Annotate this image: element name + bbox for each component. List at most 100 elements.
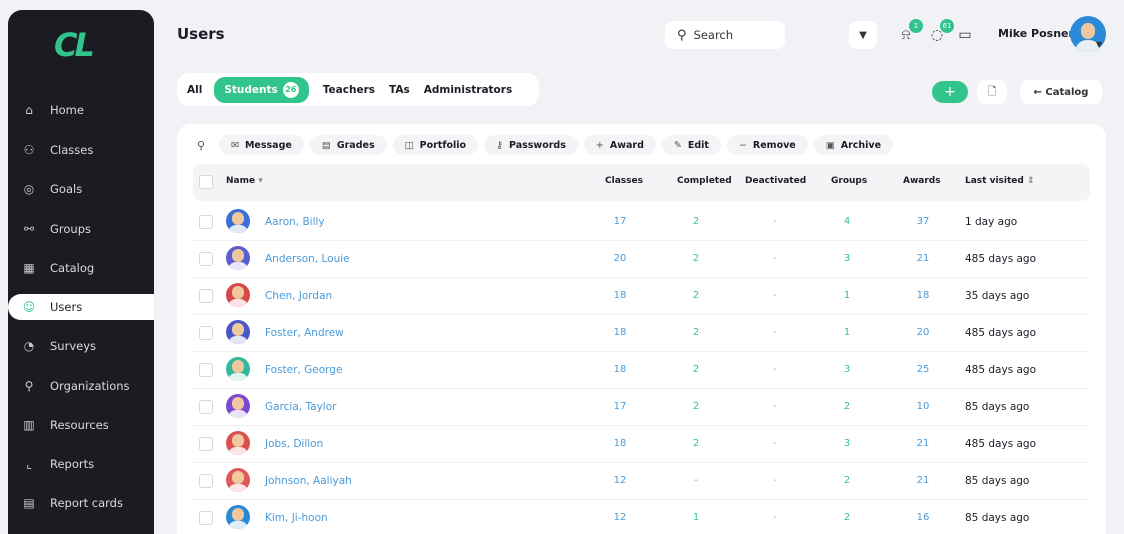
sidebar-item-users[interactable]: ☺ Users — [8, 294, 154, 320]
calendar-button[interactable]: ▭ — [954, 24, 976, 46]
table-row[interactable]: Aaron, Billy 17 2 - 4 37 1 day ago — [193, 204, 1090, 241]
awards-cell[interactable]: 37 — [908, 216, 938, 227]
deactivated-cell[interactable]: - — [760, 364, 790, 375]
groups-cell[interactable]: 4 — [832, 216, 862, 227]
groups-cell[interactable]: 3 — [832, 438, 862, 449]
groups-cell[interactable]: 2 — [832, 401, 862, 412]
row-checkbox[interactable] — [199, 437, 213, 451]
deactivated-cell[interactable]: - — [760, 327, 790, 338]
user-name[interactable]: Mike Posner — [998, 27, 1074, 40]
tab-students[interactable]: Students 26 — [214, 76, 309, 103]
row-checkbox[interactable] — [199, 474, 213, 488]
user-name-link[interactable]: Chen, Jordan — [265, 290, 332, 302]
column-header-last-visited[interactable]: Last visited ⇕ — [965, 176, 1035, 186]
edit-button[interactable]: ✎ Edit — [661, 135, 721, 155]
table-row[interactable]: Kim, Ji-hoon 12 1 - 2 16 85 days ago — [193, 500, 1090, 534]
deactivated-cell[interactable]: - — [760, 438, 790, 449]
awards-cell[interactable]: 10 — [908, 401, 938, 412]
tab-all[interactable]: All — [187, 84, 202, 96]
sidebar-item-organizations[interactable]: ⚲ Organizations — [8, 373, 154, 399]
logo[interactable]: CL — [54, 26, 95, 64]
passwords-button[interactable]: ⚷ Passwords — [484, 135, 578, 155]
table-row[interactable]: Foster, George 18 2 - 3 25 485 days ago — [193, 352, 1090, 389]
awards-cell[interactable]: 25 — [908, 364, 938, 375]
remove-button[interactable]: − Remove — [726, 135, 808, 155]
classes-cell[interactable]: 18 — [605, 290, 635, 301]
completed-cell[interactable]: 2 — [681, 253, 711, 264]
groups-cell[interactable]: 1 — [832, 290, 862, 301]
classes-cell[interactable]: 20 — [605, 253, 635, 264]
completed-cell[interactable]: - — [681, 475, 711, 486]
table-row[interactable]: Foster, Andrew 18 2 - 1 20 485 days ago — [193, 315, 1090, 352]
user-name-link[interactable]: Aaron, Billy — [265, 216, 325, 228]
completed-cell[interactable]: 2 — [681, 401, 711, 412]
search-input[interactable]: ⚲ Search — [665, 21, 785, 49]
sidebar-item-reports[interactable]: ⌞ Reports — [8, 451, 154, 477]
row-checkbox[interactable] — [199, 326, 213, 340]
tab-tas[interactable]: TAs — [389, 84, 410, 96]
sidebar-item-goals[interactable]: ◎ Goals — [8, 176, 154, 202]
table-row[interactable]: Garcia, Taylor 17 2 - 2 10 85 days ago — [193, 389, 1090, 426]
deactivated-cell[interactable]: - — [760, 290, 790, 301]
deactivated-cell[interactable]: - — [760, 253, 790, 264]
awards-cell[interactable]: 21 — [908, 438, 938, 449]
messages-button[interactable]: ◌ 61 — [926, 19, 954, 46]
classes-cell[interactable]: 17 — [605, 216, 635, 227]
user-name-link[interactable]: Johnson, Aaliyah — [265, 475, 352, 487]
row-checkbox[interactable] — [199, 252, 213, 266]
tab-teachers[interactable]: Teachers — [323, 84, 375, 96]
user-name-link[interactable]: Foster, George — [265, 364, 342, 376]
deactivated-cell[interactable]: - — [760, 475, 790, 486]
language-dropdown-button[interactable]: ▼ — [849, 21, 877, 49]
table-row[interactable]: Anderson, Louie 20 2 - 3 21 485 days ago — [193, 241, 1090, 278]
portfolio-button[interactable]: ◫ Portfolio — [392, 135, 479, 155]
awards-cell[interactable]: 18 — [908, 290, 938, 301]
awards-cell[interactable]: 21 — [908, 475, 938, 486]
sidebar-item-home[interactable]: ⌂ Home — [8, 97, 154, 123]
classes-cell[interactable]: 12 — [605, 475, 635, 486]
completed-cell[interactable]: 2 — [681, 290, 711, 301]
tab-administrators[interactable]: Administrators — [424, 84, 512, 96]
user-name-link[interactable]: Jobs, Dillon — [265, 438, 323, 450]
column-header-completed[interactable]: Completed — [677, 176, 732, 186]
groups-cell[interactable]: 3 — [832, 364, 862, 375]
column-header-groups[interactable]: Groups — [831, 176, 867, 186]
completed-cell[interactable]: 2 — [681, 364, 711, 375]
column-header-name[interactable]: Name ▾ — [226, 176, 263, 186]
awards-cell[interactable]: 21 — [908, 253, 938, 264]
sidebar-item-resources[interactable]: ▥ Resources — [8, 412, 154, 438]
sidebar-item-report-cards[interactable]: ▤ Report cards — [8, 490, 154, 516]
archive-button[interactable]: ▣ Archive — [813, 135, 894, 155]
export-button[interactable]: 🗋 — [977, 80, 1007, 104]
groups-cell[interactable]: 2 — [832, 475, 862, 486]
user-name-link[interactable]: Anderson, Louie — [265, 253, 350, 265]
classes-cell[interactable]: 18 — [605, 438, 635, 449]
table-search-button[interactable]: ⚲ — [189, 135, 213, 155]
sidebar-item-classes[interactable]: ⚇ Classes — [8, 137, 154, 163]
row-checkbox[interactable] — [199, 289, 213, 303]
classes-cell[interactable]: 12 — [605, 512, 635, 523]
sidebar-item-catalog[interactable]: ▦ Catalog — [8, 255, 154, 281]
message-button[interactable]: ✉ Message — [219, 135, 304, 155]
grades-button[interactable]: ▤ Grades — [309, 135, 387, 155]
groups-cell[interactable]: 2 — [832, 512, 862, 523]
user-name-link[interactable]: Garcia, Taylor — [265, 401, 336, 413]
completed-cell[interactable]: 2 — [681, 216, 711, 227]
classes-cell[interactable]: 18 — [605, 364, 635, 375]
row-checkbox[interactable] — [199, 400, 213, 414]
table-row[interactable]: Jobs, Dillon 18 2 - 3 21 485 days ago — [193, 426, 1090, 463]
column-header-deactivated[interactable]: Deactivated — [745, 176, 806, 186]
row-checkbox[interactable] — [199, 363, 213, 377]
row-checkbox[interactable] — [199, 511, 213, 525]
column-header-classes[interactable]: Classes — [605, 176, 643, 186]
groups-cell[interactable]: 1 — [832, 327, 862, 338]
awards-cell[interactable]: 20 — [908, 327, 938, 338]
chevron-down-icon[interactable]: ▼ — [1096, 40, 1102, 49]
groups-cell[interactable]: 3 — [832, 253, 862, 264]
deactivated-cell[interactable]: - — [760, 216, 790, 227]
completed-cell[interactable]: 2 — [681, 438, 711, 449]
deactivated-cell[interactable]: - — [760, 512, 790, 523]
select-all-checkbox[interactable] — [199, 175, 213, 189]
column-header-awards[interactable]: Awards — [903, 176, 941, 186]
award-button[interactable]: + Award — [583, 135, 656, 155]
